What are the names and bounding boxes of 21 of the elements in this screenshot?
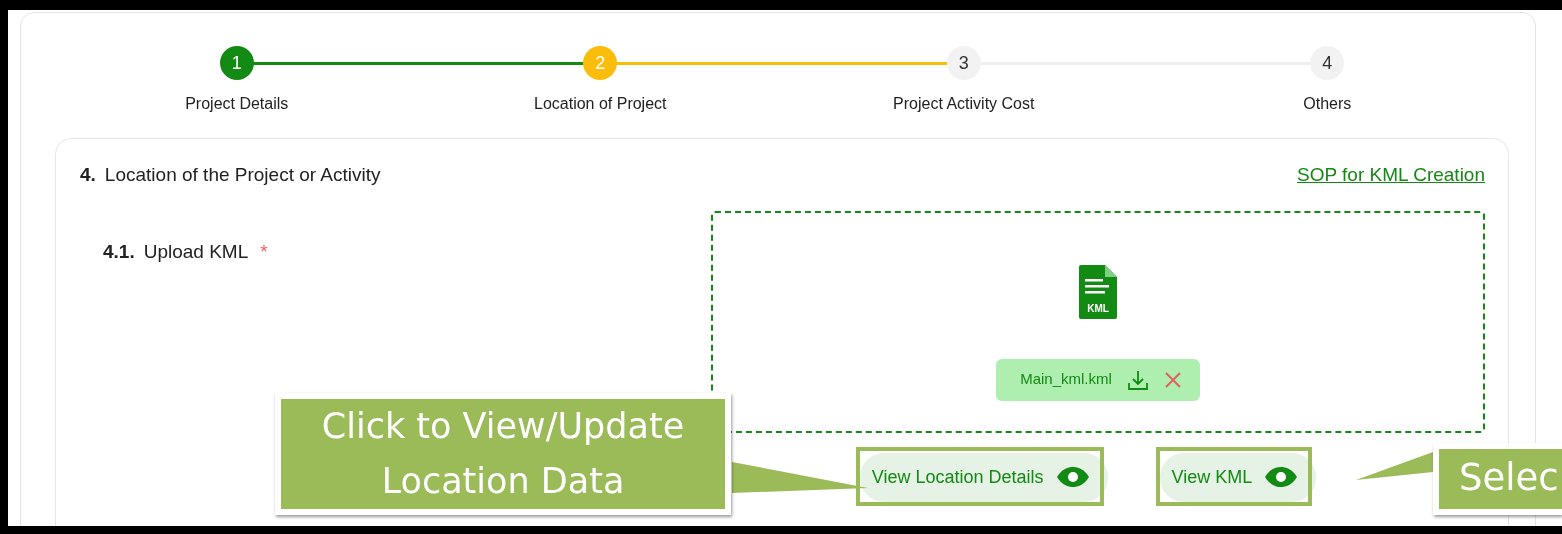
step-label[interactable]: Project Details xyxy=(185,92,289,116)
step-label[interactable]: Others xyxy=(1303,92,1352,116)
section-number: 4. xyxy=(80,164,96,185)
close-icon[interactable] xyxy=(1163,370,1182,389)
step-label[interactable]: Location of Project xyxy=(534,92,667,116)
file-name: Main_kml.kml xyxy=(1020,369,1112,390)
kml-file-icon: KML xyxy=(1077,264,1119,319)
field-label: Upload KML xyxy=(143,240,249,262)
step-circle[interactable]: 1 xyxy=(219,46,254,80)
sop-link[interactable]: SOP for KML Creation xyxy=(1297,161,1485,190)
eye-icon xyxy=(1055,466,1090,488)
section-title: Location of the Project or Activity xyxy=(104,164,381,185)
step-label[interactable]: Project Activity Cost xyxy=(893,92,1035,116)
upload-dropzone[interactable]: KML Main_kml.kml xyxy=(711,210,1485,433)
field-number: 4.1. xyxy=(103,240,135,262)
view-button[interactable]: View KML xyxy=(1159,452,1317,502)
eye-icon xyxy=(1264,466,1299,488)
required-mark: * xyxy=(260,240,268,262)
step-circle[interactable]: 3 xyxy=(946,46,981,80)
step-circle[interactable]: 4 xyxy=(1310,46,1345,80)
view-button[interactable]: View Location Details xyxy=(859,452,1108,502)
